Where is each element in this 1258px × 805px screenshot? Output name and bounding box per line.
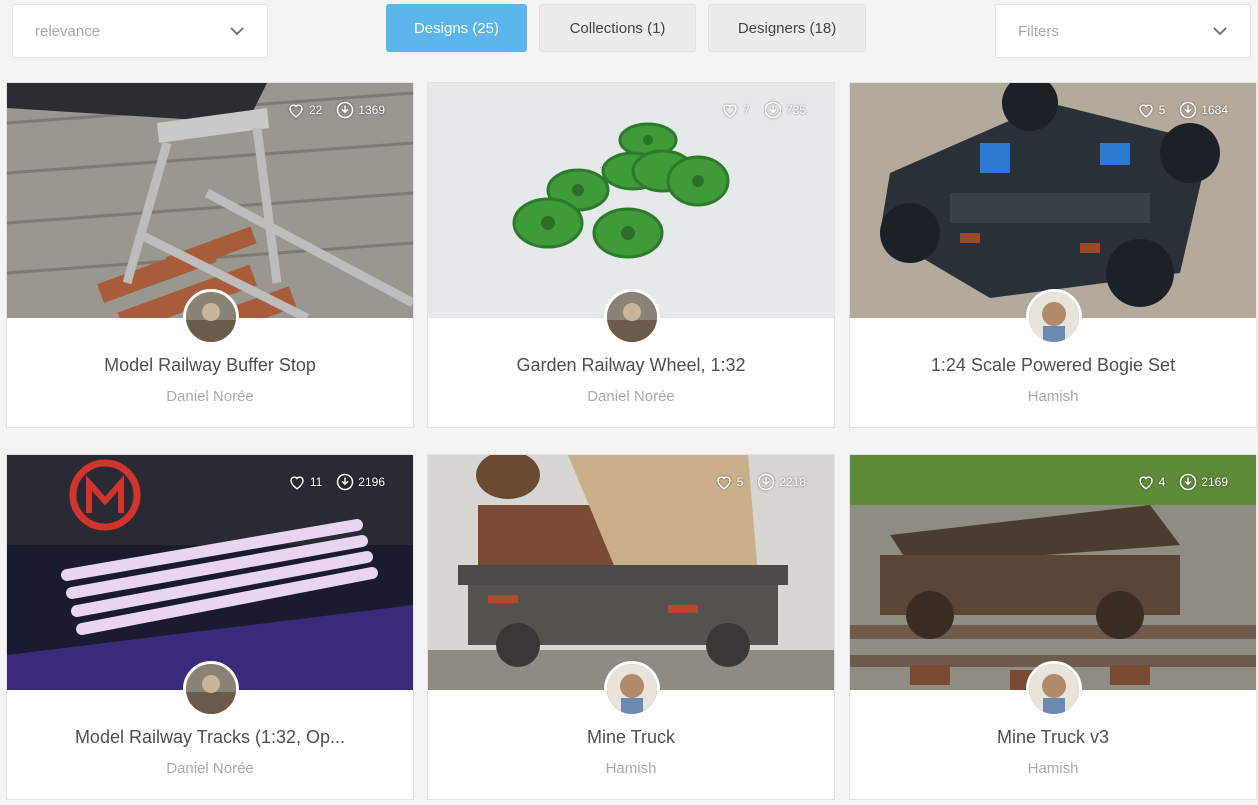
like-count: 5 (736, 475, 744, 489)
design-stats: 5 2218 (715, 473, 806, 491)
sort-dropdown-value: relevance (35, 22, 101, 40)
filters-dropdown[interactable]: Filters (995, 4, 1251, 58)
design-title[interactable]: Garden Railway Wheel, 1:32 (428, 355, 834, 376)
heart-icon (1138, 104, 1153, 118)
avatar-image (1029, 664, 1079, 714)
heart-icon (290, 476, 304, 490)
design-stats: 7 735 (721, 101, 806, 119)
heart-icon (716, 476, 731, 490)
design-card[interactable]: 7 735 Garden Railway Wheel, 1:32 Daniel … (427, 82, 835, 428)
download-icon (337, 473, 354, 491)
design-title[interactable]: Model Railway Buffer Stop (7, 355, 413, 376)
avatar-image (186, 664, 236, 714)
designer-name[interactable]: Hamish (850, 388, 1256, 405)
chevron-down-icon (230, 27, 244, 36)
download-icon (1180, 101, 1197, 119)
designer-name[interactable]: Hamish (428, 760, 834, 777)
tab-collections[interactable]: Collections (1) (539, 4, 696, 52)
avatar-image (1029, 292, 1079, 342)
like-count: 4 (1158, 475, 1166, 489)
heart-icon (723, 104, 738, 118)
download-count: 2218 (779, 475, 806, 489)
chevron-down-icon (1213, 27, 1227, 36)
designer-avatar[interactable] (604, 289, 660, 345)
design-card[interactable]: 5 1684 1:24 Scale Powered Bogie Set Hami… (849, 82, 1257, 428)
avatar-image (607, 664, 657, 714)
avatar-image (186, 292, 236, 342)
design-card[interactable]: 11 2196 Model Railway Tracks (1:32, Op..… (6, 454, 414, 800)
download-icon (764, 101, 782, 119)
designer-avatar[interactable] (1026, 661, 1082, 717)
download-count: 2196 (358, 475, 385, 489)
heart-icon (1138, 476, 1153, 490)
download-count: 735 (785, 103, 806, 117)
like-count: 5 (1158, 103, 1166, 117)
design-title[interactable]: Mine Truck v3 (850, 727, 1256, 748)
design-stats: 5 1684 (1137, 101, 1228, 119)
design-card[interactable]: 4 2169 Mine Truck v3 Hamish (849, 454, 1257, 800)
download-count: 1684 (1201, 103, 1228, 117)
design-card[interactable]: 5 2218 Mine Truck Hamish (427, 454, 835, 800)
search-toolbar: relevance Designs (25) Collections (1) D… (0, 0, 1258, 70)
filters-dropdown-label: Filters (1018, 22, 1059, 40)
design-title[interactable]: Mine Truck (428, 727, 834, 748)
designer-avatar[interactable] (183, 289, 239, 345)
designer-name[interactable]: Hamish (850, 760, 1256, 777)
heart-icon (289, 104, 303, 118)
avatar-image (607, 292, 657, 342)
tab-designs[interactable]: Designs (25) (386, 4, 527, 52)
like-count: 22 (308, 103, 323, 117)
designer-avatar[interactable] (1026, 289, 1082, 345)
like-count: 11 (309, 475, 323, 489)
design-stats: 11 2196 (288, 473, 385, 491)
designer-name[interactable]: Daniel Norée (7, 760, 413, 777)
design-card[interactable]: 22 1369 Model Railway Buffer Stop Daniel… (6, 82, 414, 428)
tab-designers[interactable]: Designers (18) (708, 4, 866, 52)
design-stats: 4 2169 (1137, 473, 1228, 491)
design-stats: 22 1369 (287, 101, 385, 119)
download-icon (337, 101, 354, 119)
download-count: 1369 (358, 103, 385, 117)
designer-name[interactable]: Daniel Norée (7, 388, 413, 405)
designer-avatar[interactable] (183, 661, 239, 717)
design-title[interactable]: 1:24 Scale Powered Bogie Set (850, 355, 1256, 376)
download-icon (758, 473, 775, 491)
like-count: 7 (743, 103, 750, 117)
sort-dropdown[interactable]: relevance (12, 4, 268, 58)
design-title[interactable]: Model Railway Tracks (1:32, Op... (7, 727, 413, 748)
designer-name[interactable]: Daniel Norée (428, 388, 834, 405)
download-count: 2169 (1201, 475, 1228, 489)
designer-avatar[interactable] (604, 661, 660, 717)
download-icon (1180, 473, 1197, 491)
